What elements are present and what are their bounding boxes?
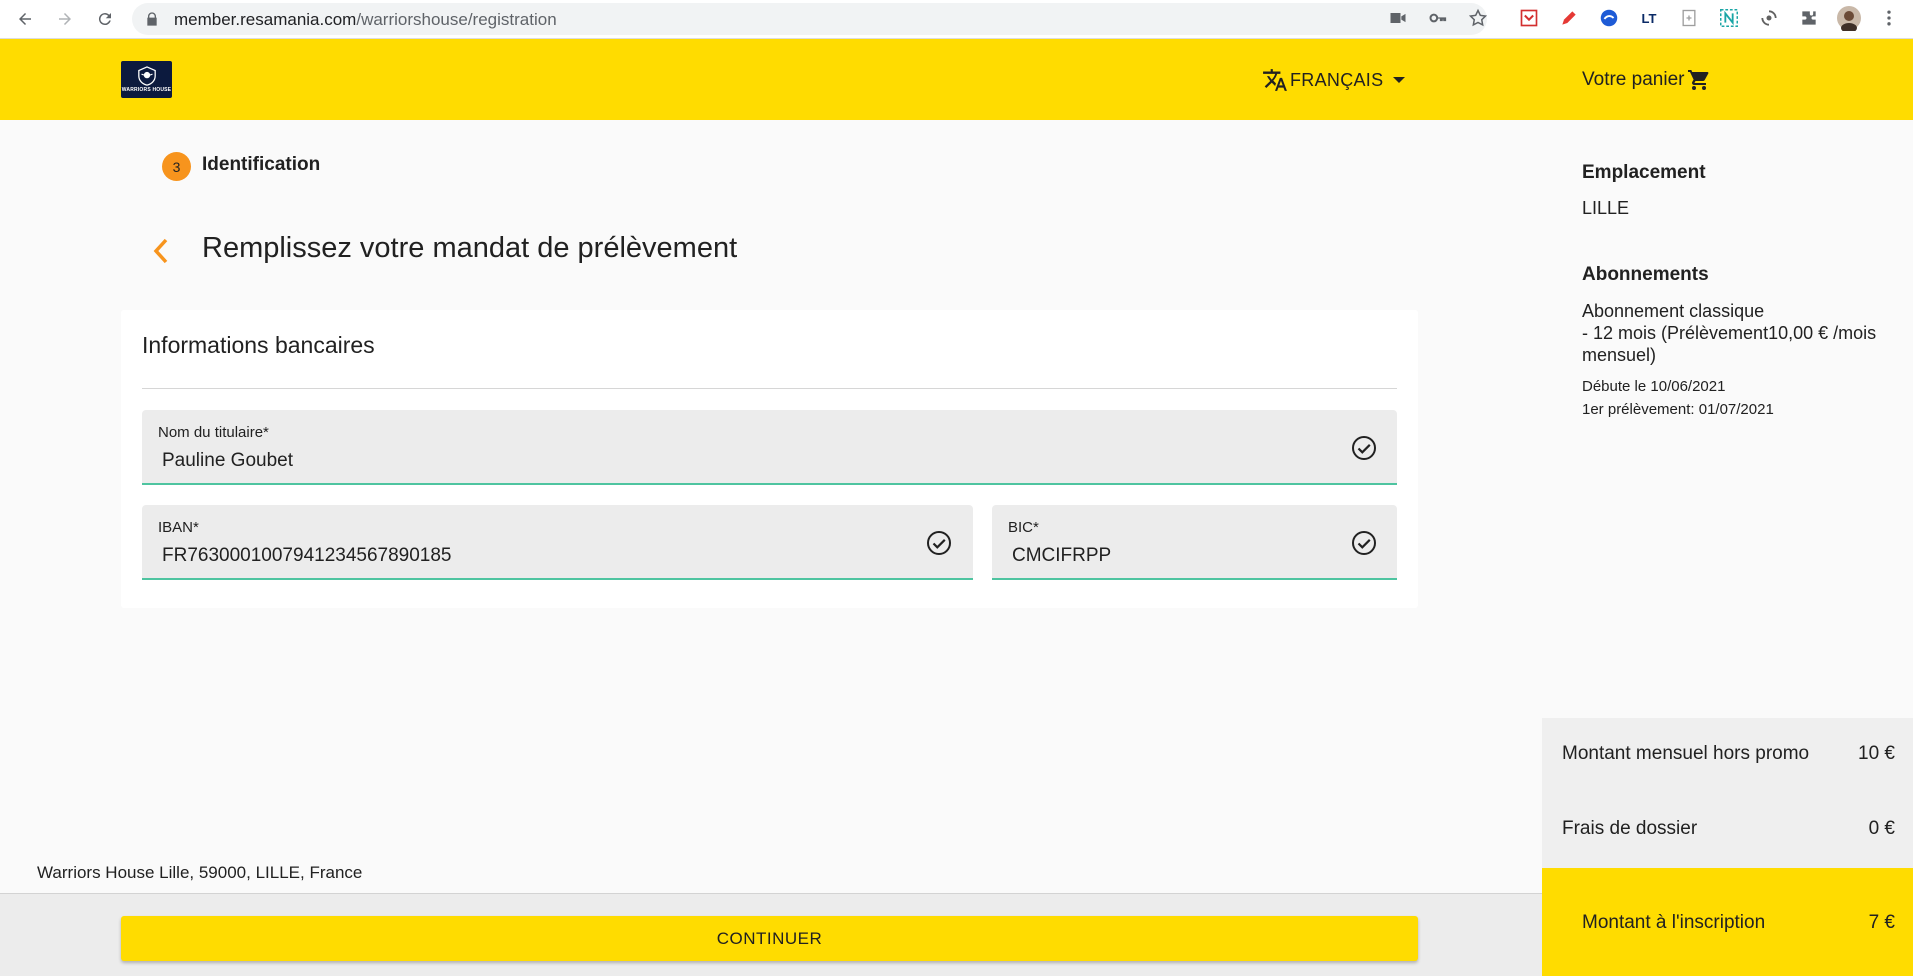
cart-label: Votre panier — [1582, 69, 1685, 90]
pocket-extension-icon[interactable] — [1517, 6, 1541, 30]
monthly-amount-label: Montant mensuel hors promo — [1562, 743, 1810, 764]
profile-avatar[interactable] — [1837, 6, 1861, 31]
language-selector[interactable]: FRANÇAIS — [1262, 67, 1406, 93]
total-amount-panel: Montant à l'inscription 7 € — [1542, 868, 1913, 976]
app-header: WARRIORS HOUSE FRANÇAIS Votre panier — [0, 39, 1913, 120]
club-address: Warriors House Lille, 59000, LILLE, Fran… — [37, 863, 363, 882]
holder-name-label: Nom du titulaire* — [158, 424, 269, 441]
monthly-amount-row: Montant mensuel hors promo 10 € — [1562, 743, 1895, 765]
shield-logo-icon — [137, 66, 156, 86]
cart-button[interactable]: Votre panier — [1582, 67, 1711, 93]
card-title: Informations bancaires — [142, 332, 375, 358]
fees-value: 0 € — [1868, 818, 1895, 839]
check-circle-icon — [1352, 531, 1376, 555]
subscription-price: 10,00 € /mois — [1768, 323, 1877, 343]
subscription-duration: - 12 mois (Prélèvement10,00 € /mois — [1582, 323, 1877, 343]
forward-icon[interactable] — [52, 6, 78, 32]
step-label: Identification — [202, 154, 321, 175]
chevron-down-icon — [1393, 77, 1406, 83]
puzzle-extensions-icon[interactable] — [1797, 6, 1821, 30]
translate-icon — [1263, 69, 1287, 91]
back-icon[interactable] — [12, 6, 38, 32]
total-amount-row: Montant à l'inscription 7 € — [1582, 912, 1895, 934]
pen-extension-icon[interactable] — [1557, 6, 1581, 30]
check-circle-icon — [927, 531, 951, 555]
menu-icon[interactable] — [1877, 6, 1901, 30]
total-amount-label: Montant à l'inscription — [1582, 912, 1766, 933]
page-title: Remplissez votre mandat de prélèvement — [202, 232, 738, 264]
sync-extension-icon[interactable] — [1757, 6, 1781, 30]
holder-name-field[interactable]: Nom du titulaire* — [142, 410, 1397, 485]
cart-icon — [1688, 70, 1709, 90]
location-heading: Emplacement — [1582, 162, 1706, 183]
camera-icon[interactable] — [1388, 8, 1408, 28]
fees-row: Frais de dossier 0 € — [1562, 818, 1895, 840]
subscriptions-heading: Abonnements — [1582, 264, 1709, 285]
star-icon[interactable] — [1468, 8, 1488, 28]
monthly-amount-value: 10 € — [1858, 743, 1895, 764]
bic-field[interactable]: BIC* — [992, 505, 1397, 580]
holder-name-input[interactable] — [162, 450, 1166, 472]
start-date: Débute le 10/06/2021 — [1582, 378, 1726, 395]
subscription-name: Abonnement classique — [1582, 301, 1765, 321]
language-label: FRANÇAIS — [1290, 69, 1384, 90]
iban-input[interactable] — [162, 545, 827, 567]
continue-button[interactable]: CONTINUER — [121, 916, 1418, 961]
notion-extension-icon[interactable] — [1717, 6, 1741, 30]
lt-extension-icon[interactable]: LT — [1637, 6, 1661, 30]
fees-label: Frais de dossier — [1562, 818, 1698, 839]
reload-icon[interactable] — [92, 6, 118, 32]
back-chevron-icon[interactable] — [148, 234, 174, 268]
location-value: LILLE — [1582, 198, 1630, 218]
step-number-badge: 3 — [162, 152, 191, 181]
bic-label: BIC* — [1008, 519, 1039, 536]
subscription-type: mensuel) — [1582, 345, 1657, 365]
lock-icon[interactable] — [144, 11, 160, 27]
url-text: member.resamania.com/warriorshouse/regis… — [174, 10, 557, 29]
browser-toolbar: member.resamania.com/warriorshouse/regis… — [0, 0, 1913, 39]
check-circle-icon — [1352, 436, 1376, 460]
iban-field[interactable]: IBAN* — [142, 505, 973, 580]
address-bar[interactable]: member.resamania.com/warriorshouse/regis… — [132, 3, 1487, 35]
first-debit-date: 1er prélèvement: 01/07/2021 — [1582, 401, 1774, 418]
key-icon[interactable] — [1428, 8, 1448, 28]
translate-extension-icon[interactable] — [1677, 6, 1701, 30]
logo-text: WARRIORS HOUSE — [121, 87, 172, 93]
blue-extension-icon[interactable] — [1597, 6, 1621, 30]
warriors-house-logo[interactable]: WARRIORS HOUSE — [121, 61, 172, 98]
bank-info-card: Informations bancaires Nom du titulaire*… — [121, 310, 1418, 608]
iban-label: IBAN* — [158, 519, 199, 536]
price-summary: Montant mensuel hors promo 10 € Frais de… — [1542, 718, 1913, 868]
bic-input[interactable] — [1012, 545, 1336, 567]
divider — [142, 388, 1397, 389]
total-amount-value: 7 € — [1868, 912, 1895, 933]
